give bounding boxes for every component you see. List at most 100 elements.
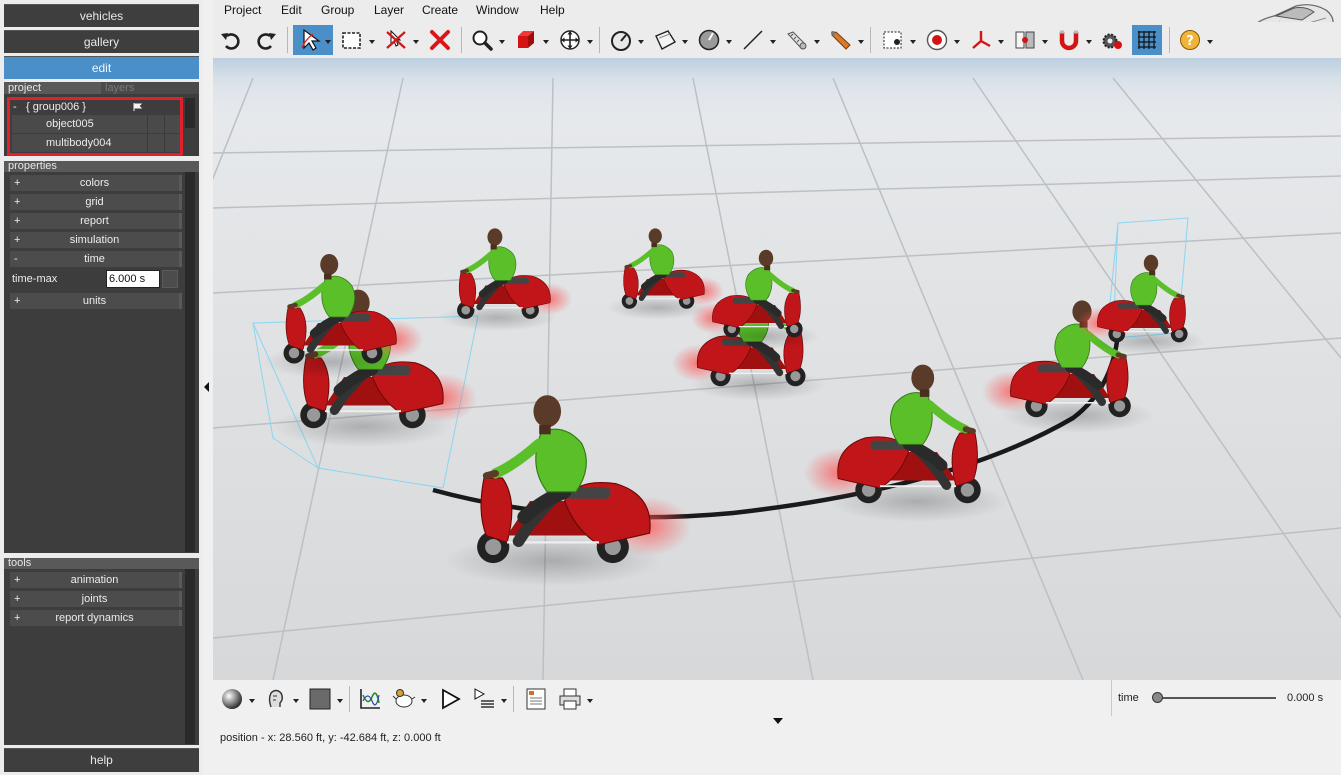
spring-dropdown[interactable] xyxy=(814,40,820,44)
properties-scrollbar[interactable] xyxy=(185,172,195,552)
scooter-rider[interactable] xyxy=(1076,254,1205,355)
prop-colors[interactable]: + colors xyxy=(10,175,182,191)
dial-dropdown[interactable] xyxy=(726,40,732,44)
line-dropdown[interactable] xyxy=(770,40,776,44)
delete-button[interactable] xyxy=(425,25,455,55)
simulation-settings-button[interactable] xyxy=(389,684,419,714)
time-slider-knob[interactable] xyxy=(1152,692,1163,703)
play-button[interactable] xyxy=(435,684,465,714)
record-button[interactable] xyxy=(922,25,952,55)
magnet-dropdown[interactable] xyxy=(1086,40,1092,44)
collapse-toggle[interactable]: - xyxy=(14,251,18,267)
spring-button[interactable] xyxy=(782,25,812,55)
menu-window[interactable]: Window xyxy=(476,3,519,17)
grid-toggle-button[interactable] xyxy=(1132,25,1162,55)
tools-scrollbar[interactable] xyxy=(185,569,195,744)
help-dropdown[interactable] xyxy=(1207,40,1213,44)
help-icon-button[interactable]: ? xyxy=(1175,25,1205,55)
camera-target-button[interactable] xyxy=(878,25,908,55)
zoom-dropdown[interactable] xyxy=(499,40,505,44)
expand-toggle[interactable]: + xyxy=(14,232,20,248)
expand-toggle[interactable]: + xyxy=(14,591,20,607)
scooter-rider[interactable] xyxy=(261,254,423,379)
expand-toggle[interactable]: + xyxy=(14,610,20,626)
print-dropdown[interactable] xyxy=(587,699,593,703)
move-dropdown[interactable] xyxy=(587,40,593,44)
settings-button[interactable] xyxy=(1097,25,1127,55)
damper-dropdown[interactable] xyxy=(858,40,864,44)
menu-create[interactable]: Create xyxy=(422,3,458,17)
menu-edit[interactable]: Edit xyxy=(281,3,302,17)
surface-dropdown[interactable] xyxy=(682,40,688,44)
menu-group[interactable]: Group xyxy=(321,3,354,17)
edit-button[interactable]: edit xyxy=(4,56,199,79)
tool-report-dynamics[interactable]: + report dynamics xyxy=(10,610,182,626)
tab-project[interactable]: project xyxy=(4,82,101,94)
object-mode-button[interactable] xyxy=(511,25,541,55)
deselect-dropdown[interactable] xyxy=(413,40,419,44)
menu-help[interactable]: Help xyxy=(540,3,565,17)
view-head-dropdown[interactable] xyxy=(293,699,299,703)
prop-units[interactable]: + units xyxy=(10,293,182,309)
joint-dropdown[interactable] xyxy=(1042,40,1048,44)
expand-toggle[interactable]: + xyxy=(14,213,20,229)
magnet-button[interactable] xyxy=(1054,25,1084,55)
surface-button[interactable] xyxy=(650,25,680,55)
box-select-button[interactable] xyxy=(337,25,367,55)
expand-toggle[interactable]: + xyxy=(14,194,20,210)
joint-button[interactable] xyxy=(1010,25,1040,55)
expand-panel-icon[interactable] xyxy=(773,718,783,724)
print-button[interactable] xyxy=(555,684,585,714)
object-mode-dropdown[interactable] xyxy=(543,40,549,44)
expand-toggle[interactable]: + xyxy=(14,175,20,191)
plot-button[interactable] xyxy=(355,684,385,714)
tree-scrollbar[interactable] xyxy=(185,98,195,128)
select-tool-dropdown[interactable] xyxy=(325,40,331,44)
line-button[interactable] xyxy=(738,25,768,55)
time-max-input[interactable]: 6.000 s xyxy=(106,270,160,288)
measure-angle-button[interactable] xyxy=(606,25,636,55)
camera-target-dropdown[interactable] xyxy=(910,40,916,44)
zoom-button[interactable] xyxy=(467,25,497,55)
move-button[interactable] xyxy=(555,25,585,55)
background-color-button[interactable] xyxy=(305,684,335,714)
expand-toggle[interactable]: + xyxy=(14,572,20,588)
vehicles-button[interactable]: vehicles xyxy=(4,4,199,27)
shading-button[interactable] xyxy=(217,684,247,714)
menu-layer[interactable]: Layer xyxy=(374,3,404,17)
simulation-settings-dropdown[interactable] xyxy=(421,699,427,703)
undo-button[interactable] xyxy=(216,25,246,55)
help-button[interactable]: help xyxy=(4,748,199,772)
dial-button[interactable] xyxy=(694,25,724,55)
scooter-rider[interactable] xyxy=(804,364,1009,523)
menu-project[interactable]: Project xyxy=(224,3,261,17)
scooter-rider[interactable] xyxy=(443,395,691,587)
view-head-button[interactable] xyxy=(261,684,291,714)
time-slider-track[interactable] xyxy=(1158,697,1276,699)
measure-angle-dropdown[interactable] xyxy=(638,40,644,44)
playback-mode-dropdown[interactable] xyxy=(501,699,507,703)
scene-canvas[interactable] xyxy=(213,58,1341,680)
3d-viewport[interactable] xyxy=(213,58,1341,680)
redo-button[interactable] xyxy=(251,25,281,55)
report-button[interactable] xyxy=(521,684,551,714)
prop-simulation[interactable]: + simulation xyxy=(10,232,182,248)
tool-joints[interactable]: + joints xyxy=(10,591,182,607)
background-color-dropdown[interactable] xyxy=(337,699,343,703)
shading-dropdown[interactable] xyxy=(249,699,255,703)
tool-animation[interactable]: + animation xyxy=(10,572,182,588)
prop-report[interactable]: + report xyxy=(10,213,182,229)
prop-grid[interactable]: + grid xyxy=(10,194,182,210)
collapse-panel-icon[interactable] xyxy=(204,382,210,392)
prop-time[interactable]: - time xyxy=(10,251,182,267)
time-max-spinner[interactable] xyxy=(162,270,178,288)
axes-dropdown[interactable] xyxy=(998,40,1004,44)
damper-button[interactable] xyxy=(826,25,856,55)
playback-mode-button[interactable] xyxy=(469,684,499,714)
box-select-dropdown[interactable] xyxy=(369,40,375,44)
axes-button[interactable] xyxy=(966,25,996,55)
deselect-button[interactable] xyxy=(381,25,411,55)
record-dropdown[interactable] xyxy=(954,40,960,44)
gallery-button[interactable]: gallery xyxy=(4,30,199,53)
expand-toggle[interactable]: + xyxy=(14,293,20,309)
